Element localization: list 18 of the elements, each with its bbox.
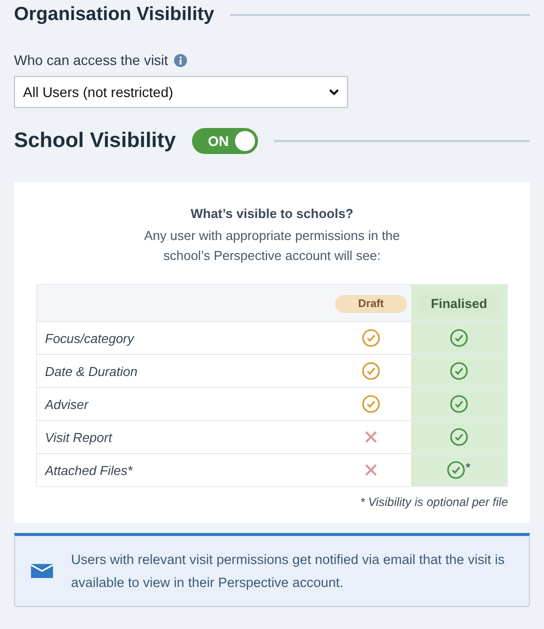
row-label: Date & Duration xyxy=(36,354,331,388)
row-label: Adviser xyxy=(36,388,331,420)
row-label: Visit Report xyxy=(36,420,331,454)
draft-column-header: Draft xyxy=(335,294,407,312)
footnote: * Visibility is optional per file xyxy=(359,495,508,509)
card-title: What’s visible to schools? xyxy=(190,206,354,221)
section-heading: School Visibility xyxy=(14,129,176,153)
note-marker: * xyxy=(465,461,471,474)
field-label: Who can access the visit xyxy=(14,52,168,68)
envelope-icon xyxy=(31,564,53,578)
info-icon[interactable] xyxy=(174,54,188,66)
chevron-down-icon xyxy=(329,88,339,96)
section-heading: Organisation Visibility xyxy=(14,4,214,26)
row-label: Attached Files* xyxy=(36,454,331,486)
notice-text: Users with relevant visit permissions get notified via email that the visit is available to view in their Perspective account. xyxy=(71,551,506,592)
row-label: Focus/category xyxy=(36,322,331,354)
access-dropdown[interactable]: All Users (not restricted) xyxy=(14,76,348,108)
card-subtitle: Any user with appropriate permissions in the school’s Perspective account will see: xyxy=(143,227,401,265)
